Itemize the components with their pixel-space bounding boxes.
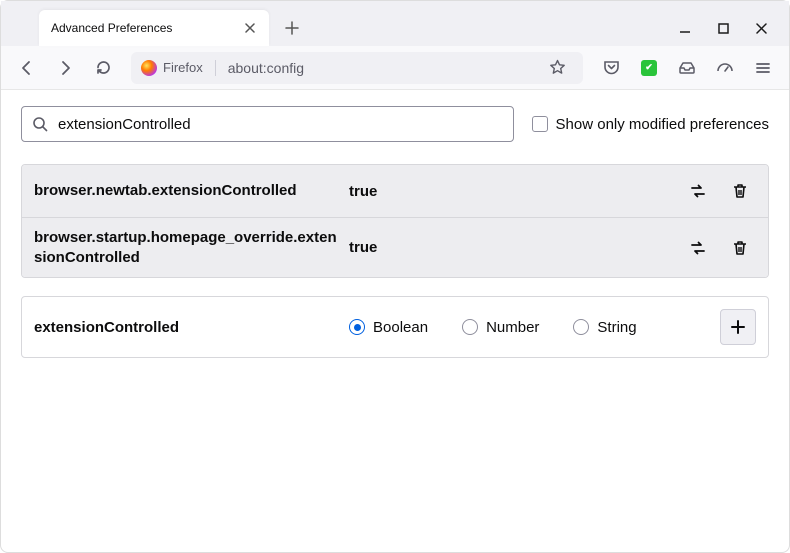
search-input[interactable] xyxy=(58,116,503,133)
pref-row[interactable]: browser.newtab.extensionControlled true xyxy=(22,165,768,217)
window-close-icon[interactable] xyxy=(753,20,769,36)
titlebar: Advanced Preferences xyxy=(1,1,789,46)
radio-label: String xyxy=(597,319,636,336)
content: Show only modified preferences browser.n… xyxy=(1,90,789,374)
radio-string[interactable]: String xyxy=(573,319,636,336)
checkbox-icon[interactable] xyxy=(532,116,548,132)
radio-boolean[interactable]: Boolean xyxy=(349,319,428,336)
minimize-icon[interactable] xyxy=(677,20,693,36)
pref-name: browser.startup.homepage_override.extens… xyxy=(34,228,339,267)
tab-label: Advanced Preferences xyxy=(51,21,233,35)
menu-icon[interactable] xyxy=(747,52,779,84)
pocket-icon[interactable] xyxy=(595,52,627,84)
radio-label: Boolean xyxy=(373,319,428,336)
type-radio-group: Boolean Number String xyxy=(349,319,710,336)
add-pref-panel: extensionControlled Boolean Number Strin… xyxy=(21,296,769,358)
add-pref-name: extensionControlled xyxy=(34,319,339,336)
pref-value: true xyxy=(349,183,672,200)
close-icon[interactable] xyxy=(243,21,257,35)
reload-button[interactable] xyxy=(87,52,119,84)
toggle-icon[interactable] xyxy=(682,232,714,264)
add-button[interactable] xyxy=(720,309,756,345)
radio-number[interactable]: Number xyxy=(462,319,539,336)
extension-icon[interactable] xyxy=(633,52,665,84)
search-box[interactable] xyxy=(21,106,514,142)
identity-label: Firefox xyxy=(163,60,203,75)
pref-actions xyxy=(682,175,756,207)
tab-bar: Advanced Preferences xyxy=(1,1,677,46)
radio-label: Number xyxy=(486,319,539,336)
pref-name: browser.newtab.extensionControlled xyxy=(34,181,339,201)
separator xyxy=(215,60,216,76)
window-controls xyxy=(677,20,789,46)
pref-value: true xyxy=(349,239,672,256)
radio-icon xyxy=(462,319,478,335)
tab-active[interactable]: Advanced Preferences xyxy=(39,10,269,46)
pref-actions xyxy=(682,232,756,264)
toggle-icon[interactable] xyxy=(682,175,714,207)
dashboard-icon[interactable] xyxy=(709,52,741,84)
url-text: about:config xyxy=(228,60,533,76)
trash-icon[interactable] xyxy=(724,232,756,264)
firefox-icon xyxy=(141,60,157,76)
radio-icon xyxy=(349,319,365,335)
back-button[interactable] xyxy=(11,52,43,84)
identity-box[interactable]: Firefox xyxy=(141,60,203,76)
maximize-icon[interactable] xyxy=(715,20,731,36)
url-bar[interactable]: Firefox about:config xyxy=(131,52,583,84)
pref-list: browser.newtab.extensionControlled true … xyxy=(21,164,769,278)
search-row: Show only modified preferences xyxy=(21,106,769,142)
forward-button[interactable] xyxy=(49,52,81,84)
new-tab-button[interactable] xyxy=(277,13,307,43)
trash-icon[interactable] xyxy=(724,175,756,207)
search-icon xyxy=(32,116,48,132)
show-modified-toggle[interactable]: Show only modified preferences xyxy=(532,116,769,133)
bookmark-star-icon[interactable] xyxy=(541,52,573,84)
pref-row[interactable]: browser.startup.homepage_override.extens… xyxy=(22,217,768,277)
nav-toolbar: Firefox about:config xyxy=(1,46,789,90)
radio-icon xyxy=(573,319,589,335)
inbox-icon[interactable] xyxy=(671,52,703,84)
show-modified-label: Show only modified preferences xyxy=(556,116,769,133)
